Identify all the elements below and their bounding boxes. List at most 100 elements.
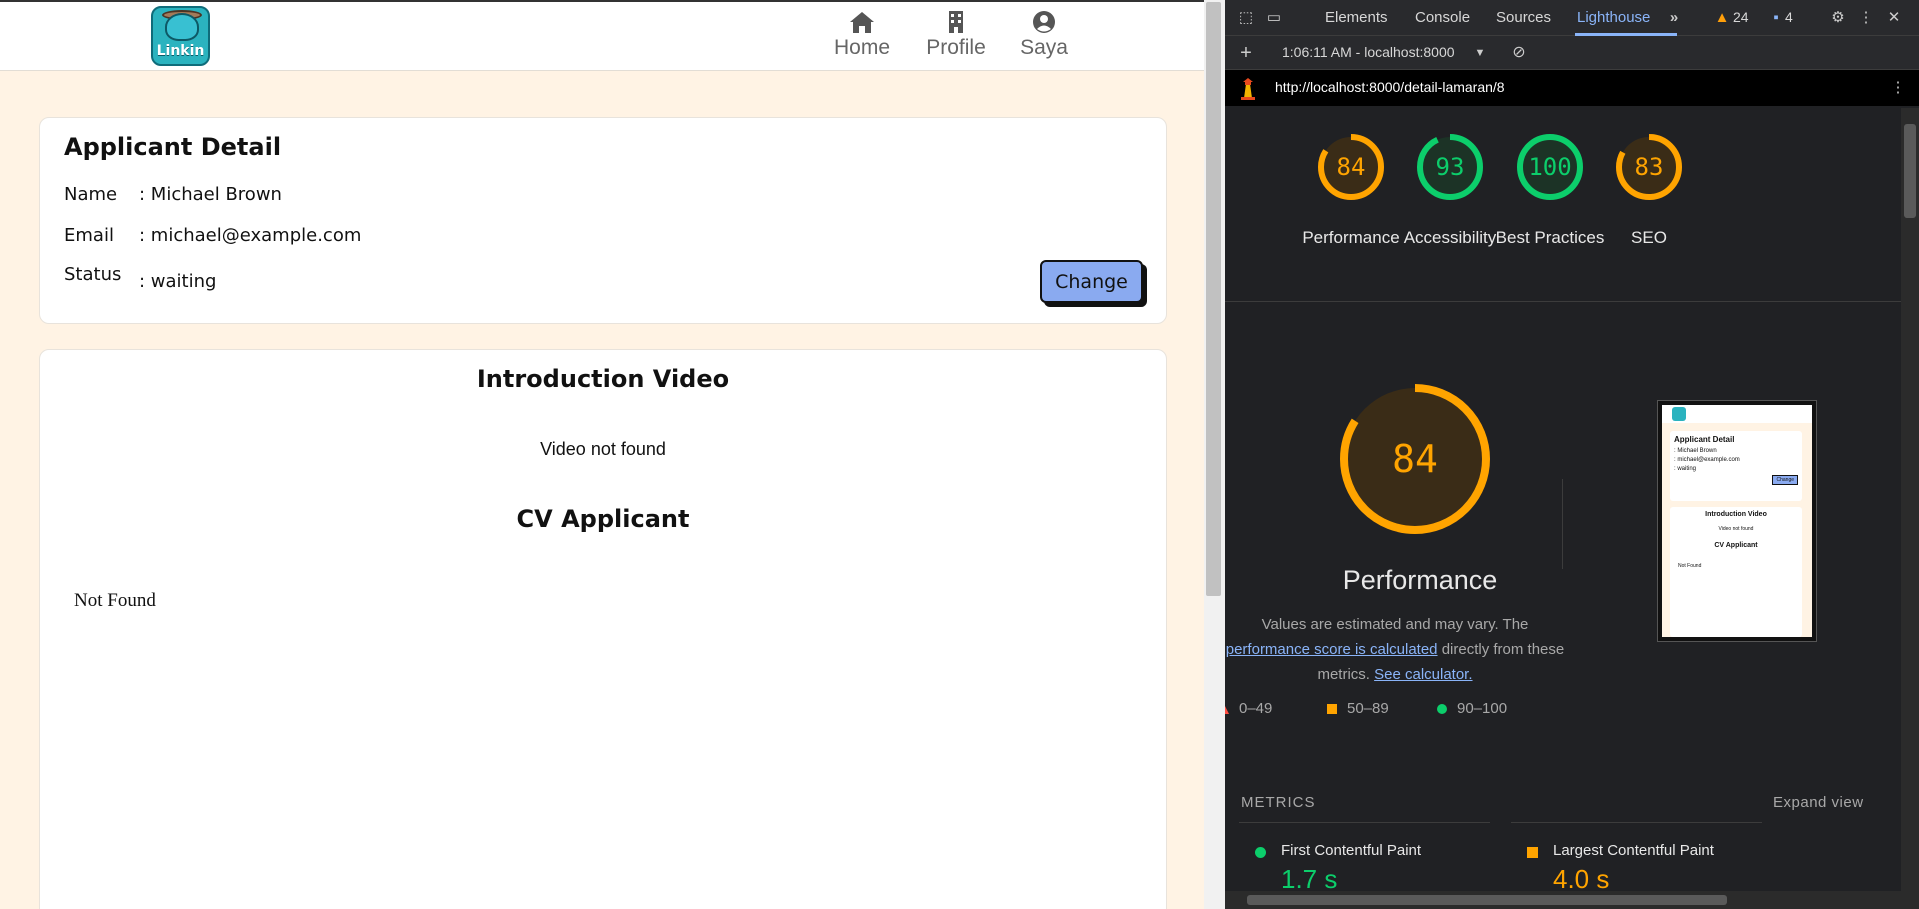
legend-range: 50–89 [1347,700,1389,717]
metric-name: Largest Contentful Paint [1553,842,1714,859]
cv-not-found-message: Not Found [74,590,156,611]
email-row: Email : michael@example.com [64,225,361,246]
email-label: Email [64,225,114,246]
nav-profile-label: Profile [926,36,986,59]
performance-score-gauge-score: 84 [1392,437,1438,481]
triangle-icon [1225,704,1229,715]
thumb-video-card: Introduction Video Video not found CV Ap… [1670,507,1802,637]
thumb-video-msg: Video not found [1718,526,1754,532]
building-icon [942,10,970,34]
thumb-status: : waiting [1674,466,1697,472]
legend-item-2: 90–100 [1437,700,1507,717]
gauge-label-seo: SEO [1631,228,1667,247]
page-screenshot-thumbnail[interactable]: Applicant Detail : Michael Brown : micha… [1657,400,1817,642]
thumbnail-page: Applicant Detail : Michael Brown : micha… [1662,405,1812,637]
gauge-accessibility-score: 93 [1435,153,1465,181]
perf-desc-mid: directly from these [1441,641,1565,658]
performance-score-gauge[interactable]: 84 [1336,380,1494,538]
tab-sources[interactable]: Sources [1496,9,1551,26]
nav-home[interactable]: Home [832,10,892,60]
metrics-header: METRICS [1241,794,1316,811]
gauge-seo[interactable]: 83 [1614,132,1684,202]
gauge-performance-score: 84 [1336,153,1366,181]
gauge-accessibility[interactable]: 93 [1415,132,1485,202]
settings-gear-icon[interactable]: ⚙ [1829,9,1847,27]
legend-item-1: 50–89 [1327,700,1389,717]
thumb-video-title: Introduction Video [1705,511,1767,518]
clear-block-icon[interactable]: ⊘ [1510,44,1528,62]
perf-desc-line1: Values are estimated and may vary. The [1261,616,1529,633]
logo-text: Linkin [156,43,205,59]
legend-item-0: 0–49 [1225,700,1272,717]
report-scrollbar-thumb[interactable] [1904,124,1916,218]
name-value: : Michael Brown [139,184,282,205]
gauge-performance[interactable]: 84 [1316,132,1386,202]
video-cv-card: Introduction Video Video not found CV Ap… [39,349,1167,909]
metric-divider-left [1239,822,1490,823]
linkin-logo[interactable]: Linkin [151,6,210,66]
perf-desc-pre: metrics. [1317,666,1370,683]
change-status-button[interactable]: Change [1040,260,1143,303]
lighthouse-logo-icon [1239,78,1257,100]
lighthouse-toolbar: + 1:06:11 AM - localhost:8000 ▼ ⊘ [1225,36,1919,70]
page-scrollbar-thumb[interactable] [1206,2,1221,596]
messages-count[interactable]: 4 [1785,9,1793,25]
name-row: Name : Michael Brown [64,184,282,205]
tab-elements[interactable]: Elements [1325,9,1388,26]
report-scrollbar-track[interactable] [1901,108,1919,909]
more-options-icon[interactable]: ⋮ [1857,9,1875,27]
performance-description: Values are estimated and may vary. The p… [1225,612,1565,687]
thumb-detail-card: Applicant Detail : Michael Brown : micha… [1670,431,1802,501]
nav-saya[interactable]: Saya [1018,10,1070,60]
lighthouse-report: Performance Accessibility Best Practices SE… [1225,108,1901,909]
name-label: Name [64,184,118,205]
gauge-best-practices-score: 100 [1528,153,1572,181]
lighthouse-url-bar: http://localhost:8000/detail-lamaran/8 ⋮ [1225,70,1919,106]
email-value: : michael@example.com [139,225,362,246]
nav-profile[interactable]: Profile [922,10,990,60]
thumb-logo [1672,407,1686,421]
more-tabs-icon[interactable]: » [1665,9,1683,27]
new-report-plus-icon[interactable]: + [1237,43,1255,63]
cv-applicant-title: CV Applicant [516,505,690,533]
see-calculator-link[interactable]: See calculator. [1374,666,1472,683]
thumb-title: Applicant Detail [1674,435,1735,444]
close-icon[interactable]: ✕ [1885,9,1903,27]
performance-section-title: Performance [1342,565,1498,595]
inspect-element-icon[interactable]: ⬚ [1237,9,1255,27]
thumb-name: : Michael Brown [1674,448,1717,454]
nav-saya-label: Saya [1020,36,1068,59]
message-icon[interactable]: ▪ [1767,9,1785,27]
metric-divider-right [1511,822,1762,823]
metric-name: First Contentful Paint [1281,842,1422,859]
tab-lighthouse[interactable]: Lighthouse [1577,9,1650,26]
report-menu-icon[interactable]: ⋮ [1889,79,1907,97]
warnings-count[interactable]: 24 [1733,9,1749,25]
warning-icon[interactable]: ▲ [1713,9,1731,27]
square-icon [1327,704,1337,715]
thumbnail-divider [1562,479,1563,569]
gauge-seo-score: 83 [1634,153,1664,181]
video-not-found-message: Video not found [540,439,666,459]
navbar: Linkin Home Profile Saya [0,2,1204,71]
app-page: Linkin Home Profile Saya Applicant Detai… [0,0,1204,909]
circle-icon [1437,704,1447,715]
thumb-cv-msg: Not Found [1678,563,1702,569]
report-hscrollbar-thumb[interactable] [1247,895,1727,905]
gauges-divider [1225,301,1901,302]
expand-view-toggle[interactable]: Expand view [1773,794,1864,811]
thumb-email: : michael@example.com [1674,457,1740,463]
metric-average-square-icon [1527,847,1538,858]
chevron-down-icon[interactable]: ▼ [1471,44,1489,62]
device-toolbar-icon[interactable]: ▭ [1265,9,1283,27]
legend-range: 90–100 [1457,700,1508,717]
devtools-tabbar: ⬚ ▭ Elements Console Sources Lighthouse … [1225,0,1919,36]
intro-video-title: Introduction Video [476,365,730,393]
home-icon [848,10,876,34]
applicant-detail-card: Applicant Detail Name: Michael Brown Ema… [39,117,1167,324]
metric-pass-circle-icon [1255,847,1266,858]
report-time-select[interactable]: 1:06:11 AM - localhost:8000 [1282,44,1455,60]
gauge-best-practices[interactable]: 100 [1515,132,1585,202]
perf-score-calc-link[interactable]: performance score is calculated [1226,641,1438,658]
tab-console[interactable]: Console [1415,9,1470,26]
